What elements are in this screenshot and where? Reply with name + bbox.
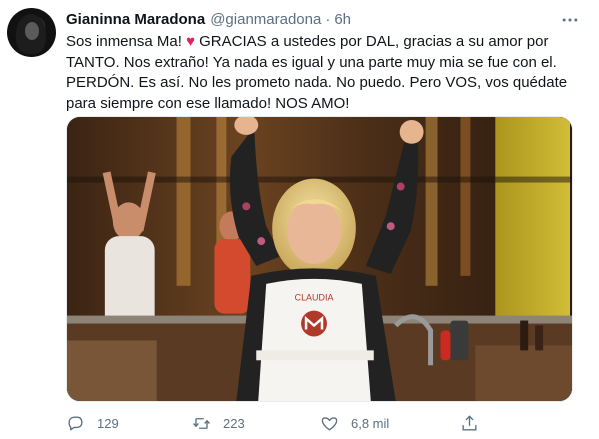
author-name[interactable]: Gianinna Maradona <box>66 11 205 28</box>
author-handle[interactable]: @gianmaradona <box>210 11 321 28</box>
retweet-count: 223 <box>223 415 245 431</box>
red-heart-emoji: ♥ <box>186 33 195 50</box>
retweet-button[interactable]: 223 <box>192 412 245 434</box>
reply-icon <box>68 415 83 431</box>
apron-name: CLAUDIA <box>295 293 334 303</box>
tweet-actions: 129 223 6,8 mil <box>66 412 571 436</box>
tweet-image[interactable]: CLAUDIA <box>66 116 573 402</box>
separator-dot: · <box>325 11 331 28</box>
heart-icon <box>321 416 338 431</box>
share-icon <box>462 414 477 431</box>
tweet-header: Gianinna Maradona @gianmaradona · 6h <box>66 11 351 31</box>
avatar-face <box>25 22 39 40</box>
like-button[interactable]: 6,8 mil <box>320 412 389 434</box>
more-horizontal-icon <box>562 18 578 22</box>
like-count: 6,8 mil <box>351 415 390 431</box>
tweet-photo: CLAUDIA <box>67 117 572 401</box>
retweet-icon <box>193 417 210 429</box>
tweet-text: Sos inmensa Ma! ♥ GRACIAS a ustedes por … <box>66 32 571 114</box>
share-button[interactable] <box>460 412 491 434</box>
reply-button[interactable]: 129 <box>66 412 119 434</box>
reply-count: 129 <box>97 415 119 431</box>
tweet-timestamp[interactable]: 6h <box>334 11 351 28</box>
more-options-button[interactable] <box>559 10 583 30</box>
tweet-text-start: Sos inmensa Ma! <box>66 33 187 50</box>
avatar[interactable] <box>7 8 56 57</box>
tweet[interactable]: Gianinna Maradona @gianmaradona · 6h Sos… <box>0 0 599 439</box>
